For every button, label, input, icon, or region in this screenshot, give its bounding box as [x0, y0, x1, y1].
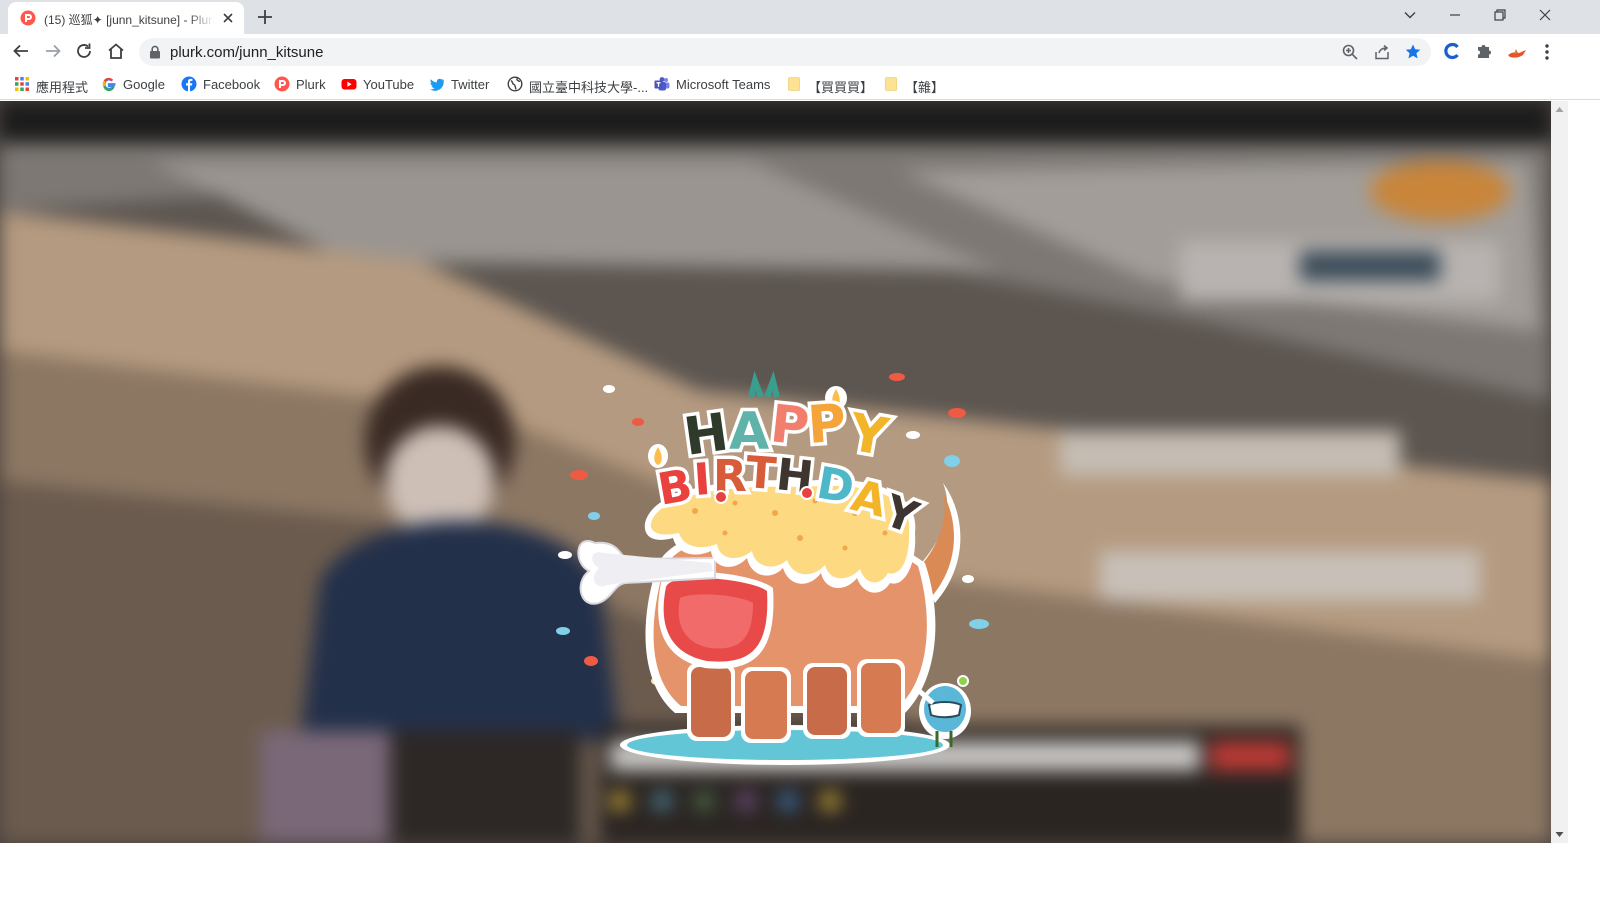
- page-viewport: H A P P Y B I R T H D A Y: [0, 101, 1551, 843]
- twitter-icon: [430, 78, 445, 91]
- svg-text:Y: Y: [844, 403, 894, 469]
- chevron-down-icon: [1404, 12, 1416, 19]
- back-button[interactable]: [9, 39, 33, 63]
- youtube-icon: [341, 79, 357, 90]
- url-text: plurk.com/junn_kitsune: [170, 44, 324, 61]
- vertical-scrollbar[interactable]: [1551, 101, 1568, 843]
- facebook-icon: [181, 76, 197, 92]
- home-icon: [108, 43, 124, 59]
- folder-icon: [788, 77, 800, 91]
- minimize-icon: [1450, 14, 1460, 16]
- bookmark-label: Google: [123, 77, 165, 92]
- share-icon[interactable]: [1373, 43, 1391, 61]
- fox-avatar-icon: [1508, 49, 1526, 58]
- bookmark-label: Plurk: [296, 77, 326, 92]
- bookmark-label: Twitter: [451, 77, 490, 92]
- bookmarks-bar: 應用程式 Google Facebook Plurk YouTube Twitt…: [0, 68, 1600, 100]
- scroll-up-arrow-icon[interactable]: [1555, 105, 1564, 114]
- tab-strip: (15) 巡狐✦ [junn_kitsune] - Plurk: [0, 0, 1600, 34]
- bookmark-label: YouTube: [363, 77, 415, 92]
- tab-plurk-profile[interactable]: (15) 巡狐✦ [junn_kitsune] - Plurk: [8, 2, 244, 34]
- kebab-menu-icon[interactable]: [1541, 43, 1553, 61]
- arrow-left-icon: [13, 44, 28, 58]
- svg-text:T: T: [744, 447, 778, 500]
- address-bar[interactable]: plurk.com/junn_kitsune: [139, 38, 1431, 66]
- extensions-puzzle-icon[interactable]: [1475, 42, 1493, 60]
- google-icon: [102, 77, 116, 92]
- restore-icon: [1494, 9, 1506, 21]
- scroll-down-arrow-icon[interactable]: [1555, 830, 1564, 839]
- browser-toolbar: plurk.com/junn_kitsune: [0, 34, 1600, 68]
- bookmark-label: 【雜】: [905, 80, 945, 95]
- reload-button[interactable]: [72, 39, 96, 63]
- folder-icon: [885, 77, 897, 91]
- bookmark-label: Facebook: [203, 77, 261, 92]
- close-tab-icon[interactable]: [220, 10, 236, 26]
- reload-icon: [77, 43, 91, 58]
- close-window-button[interactable]: [1522, 0, 1568, 30]
- bookmark-label: 國立臺中科技大學-...: [529, 80, 649, 95]
- bookmark-label: 應用程式: [36, 80, 89, 95]
- arrow-right-icon: [46, 44, 61, 58]
- lock-icon[interactable]: [149, 45, 161, 59]
- teams-icon: [654, 77, 670, 91]
- zoom-icon[interactable]: [1341, 43, 1359, 61]
- plurk-favicon-icon: [20, 10, 36, 26]
- tab-search-button[interactable]: [1387, 0, 1433, 30]
- profile-avatar[interactable]: [1505, 40, 1529, 64]
- extension-c-icon[interactable]: [1443, 42, 1461, 60]
- happy-birthday-sticker[interactable]: H A P P Y B I R T H D A Y: [545, 363, 1005, 783]
- restore-button[interactable]: [1477, 0, 1523, 30]
- plurk-icon: [274, 76, 290, 92]
- bookmark-label: Microsoft Teams: [676, 77, 771, 92]
- svg-text:P: P: [806, 393, 848, 456]
- globe-icon: [507, 76, 523, 92]
- bookmark-star-icon[interactable]: [1404, 43, 1422, 61]
- forward-button[interactable]: [41, 39, 65, 63]
- close-icon: [1539, 9, 1551, 21]
- apps-grid-icon: [15, 77, 29, 91]
- minimize-button[interactable]: [1432, 0, 1478, 30]
- new-tab-icon[interactable]: [256, 8, 274, 26]
- bookmark-label: 【買買買】: [808, 80, 874, 95]
- home-button[interactable]: [104, 39, 128, 63]
- page-bottom-area: [0, 843, 1600, 902]
- tab-title: (15) 巡狐✦ [junn_kitsune] - Plurk: [44, 13, 214, 27]
